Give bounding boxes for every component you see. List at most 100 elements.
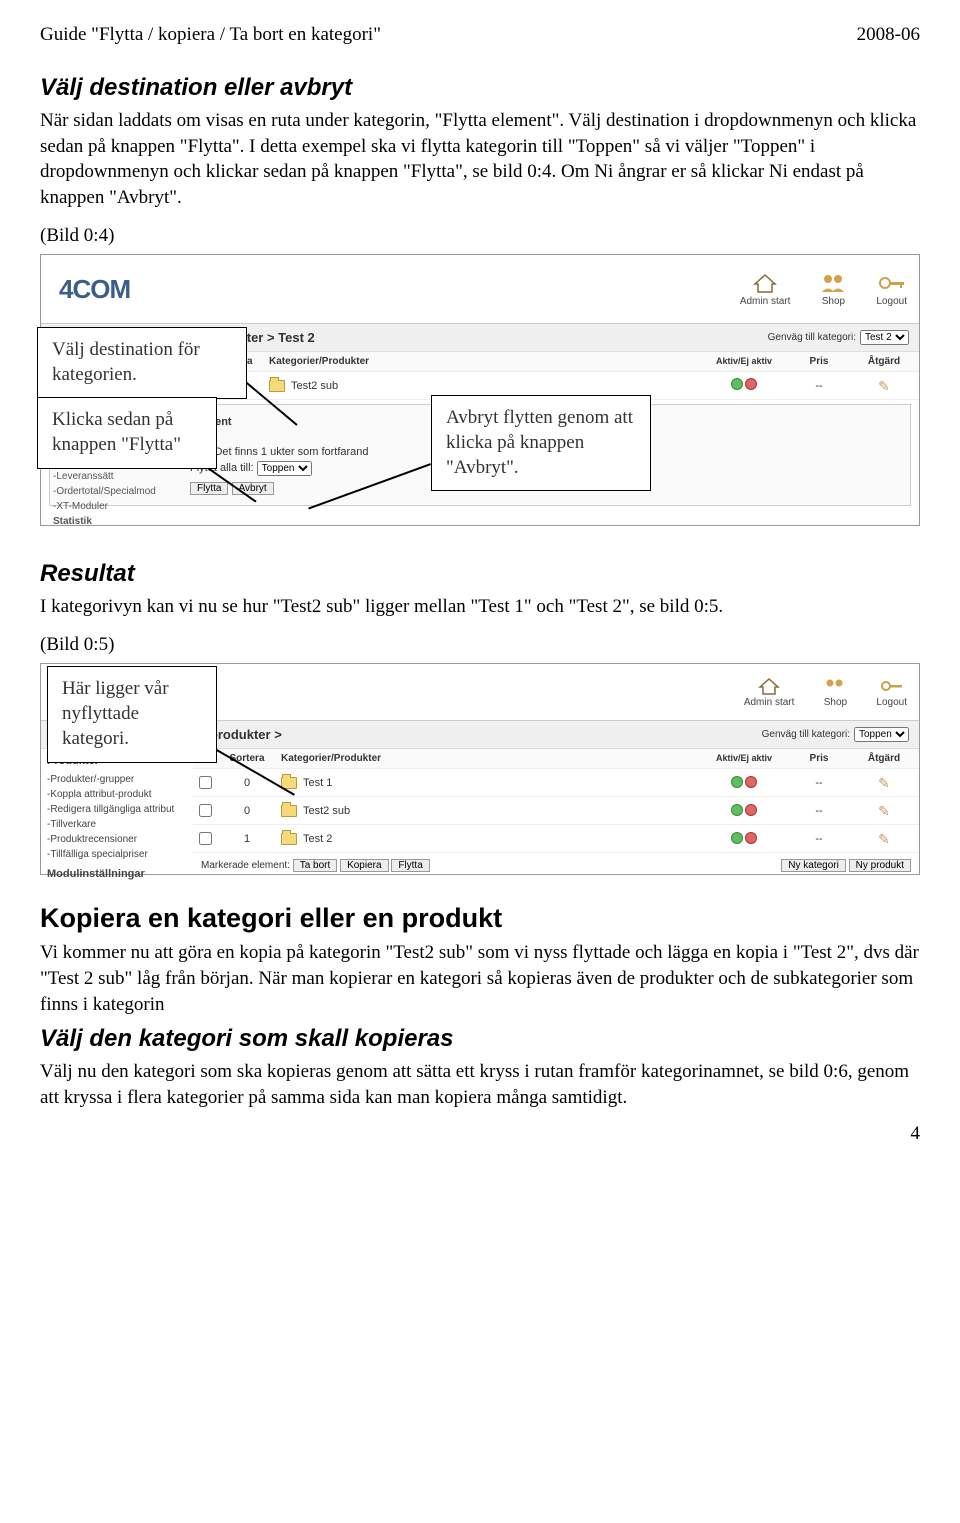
row-name[interactable]: Test2 sub [291,380,338,392]
nav-admin-label2: Admin start [744,697,795,708]
section3-body: Vi kommer nu att göra en kopia på katego… [40,940,920,1017]
row-name[interactable]: Test 2 [303,833,332,845]
nav-admin[interactable]: Admin start [740,272,791,307]
screenshot-05: Admin start Shop Logout kala produkter >… [40,663,920,875]
section4-title: Välj den kategori som skall kopieras [40,1025,920,1053]
row-price: -- [789,805,849,817]
edit-icon[interactable] [877,775,891,789]
users-icon [818,272,848,294]
copy-button[interactable]: Kopiera [340,859,388,872]
side-link[interactable]: -Redigera tillgängliga attribut [47,802,187,817]
marked-label: Markerade element: [201,860,290,871]
callout-nyflyttade: Här ligger vår nyflyttade kategori. [47,666,217,762]
row-price: -- [789,833,849,845]
row-sort: 1 [217,833,277,845]
col-katprod2: Kategorier/Produkter [277,753,699,764]
col-pris2: Pris [789,753,849,764]
status-red-icon[interactable] [745,832,757,844]
section4-body: Välj nu den kategori som ska kopieras ge… [40,1059,920,1110]
shortcut-select2[interactable]: Toppen [854,727,909,742]
col-katprod: Kategorier/Produkter [265,356,699,367]
action-buttons: Markerade element: Ta bort Kopiera Flytt… [193,853,919,878]
delete-button[interactable]: Ta bort [293,859,338,872]
nav-admin2[interactable]: Admin start [744,677,795,708]
shortcut-label2: Genväg till kategori: [762,729,850,740]
status-red-icon[interactable] [745,378,757,390]
col-pris: Pris [789,356,849,367]
status-green-icon[interactable] [731,776,743,788]
shortcut-label: Genväg till kategori: [768,332,856,343]
status-green-icon[interactable] [731,832,743,844]
col-aktiv: Aktiv/Ej aktiv [699,357,789,367]
screenshot-04: 4COM Admin start Shop Logout ala produkt… [40,254,920,526]
callout-destination: Välj destination för kategorien. [37,327,247,398]
table-header2: Sortera Kategorier/Produkter Aktiv/Ej ak… [193,749,919,769]
side-link[interactable]: -Koppla attribut-produkt [47,787,187,802]
header-left: Guide "Flytta / kopiera / Ta bort en kat… [40,24,381,46]
row-name[interactable]: Test 1 [303,777,332,789]
bildref-05: (Bild 0:5) [40,632,920,658]
table-row: 0 Test2 sub -- [193,797,919,825]
side-section: Statistik [53,514,156,529]
side-link[interactable]: -Produktrecensioner [47,832,187,847]
nav-logout-label2: Logout [876,697,907,708]
nav-shop[interactable]: Shop [818,272,848,307]
logo-4com: 4COM [59,274,130,305]
section1-title: Välj destination eller avbryt [40,74,920,102]
col-aktiv2: Aktiv/Ej aktiv [699,754,789,764]
flytta-destination-select[interactable]: Toppen [257,461,312,476]
row-checkbox[interactable] [199,832,212,845]
folder-icon [281,805,297,817]
section3-title: Kopiera en kategori eller en produkt [40,903,920,934]
page-header: Guide "Flytta / kopiera / Ta bort en kat… [40,24,920,46]
side-link[interactable]: -Tillfälliga specialpriser [47,847,187,862]
key-icon [880,677,904,695]
flytta-button[interactable]: Flytta [190,482,228,495]
edit-icon[interactable] [877,378,891,392]
side-section2: Modulinställningar [47,866,187,883]
home-icon [752,272,778,294]
nav-icons2: Admin start Shop Logout [744,677,907,708]
nav-shop-label2: Shop [824,697,847,708]
status-red-icon[interactable] [745,776,757,788]
edit-icon[interactable] [877,803,891,817]
callout-flytta: Klicka sedan på knappen "Flytta" [37,397,217,468]
row-price: -- [789,777,849,789]
nav-shop2[interactable]: Shop [822,677,848,708]
row-price: -- [789,380,849,392]
status-green-icon[interactable] [731,804,743,816]
bildref-04: (Bild 0:4) [40,223,920,249]
section2-body: I kategorivyn kan vi nu se hur "Test2 su… [40,594,920,620]
side-link[interactable]: -XT-Moduler [53,499,156,514]
sidebar2: Produkter -Produkter/-grupper -Koppla at… [41,749,193,888]
new-product-button[interactable]: Ny produkt [849,859,911,872]
shortcut-select[interactable]: Test 2 [860,330,909,345]
row-name[interactable]: Test2 sub [303,805,350,817]
row-sort: 0 [217,805,277,817]
status-green-icon[interactable] [731,378,743,390]
nav-logout-label: Logout [876,296,907,307]
status-red-icon[interactable] [745,804,757,816]
edit-icon[interactable] [877,831,891,845]
callout-avbryt: Avbryt flytten genom att klicka på knapp… [431,395,651,491]
row-checkbox[interactable] [199,776,212,789]
side-link[interactable]: -Leveranssätt [53,469,156,484]
col-atgard2: Åtgärd [849,753,919,764]
new-category-button[interactable]: Ny kategori [781,859,846,872]
nav-logout2[interactable]: Logout [876,677,907,708]
side-link[interactable]: -Ordertotal/Specialmod [53,484,156,499]
header-right: 2008-06 [857,24,920,46]
nav-icons: Admin start Shop Logout [740,272,907,307]
side-link[interactable]: -Produkter/-grupper [47,772,187,787]
move-button[interactable]: Flytta [391,859,429,872]
folder-icon [281,833,297,845]
col-atgard: Åtgärd [849,356,919,367]
home-icon [758,677,780,695]
table-row: 0 Test 1 -- [193,769,919,797]
nav-shop-label: Shop [822,296,845,307]
side-link[interactable]: -Tillverkare [47,817,187,832]
row-checkbox[interactable] [199,804,212,817]
page-number: 4 [911,1123,921,1145]
nav-logout[interactable]: Logout [876,272,907,307]
folder-icon [269,380,285,392]
